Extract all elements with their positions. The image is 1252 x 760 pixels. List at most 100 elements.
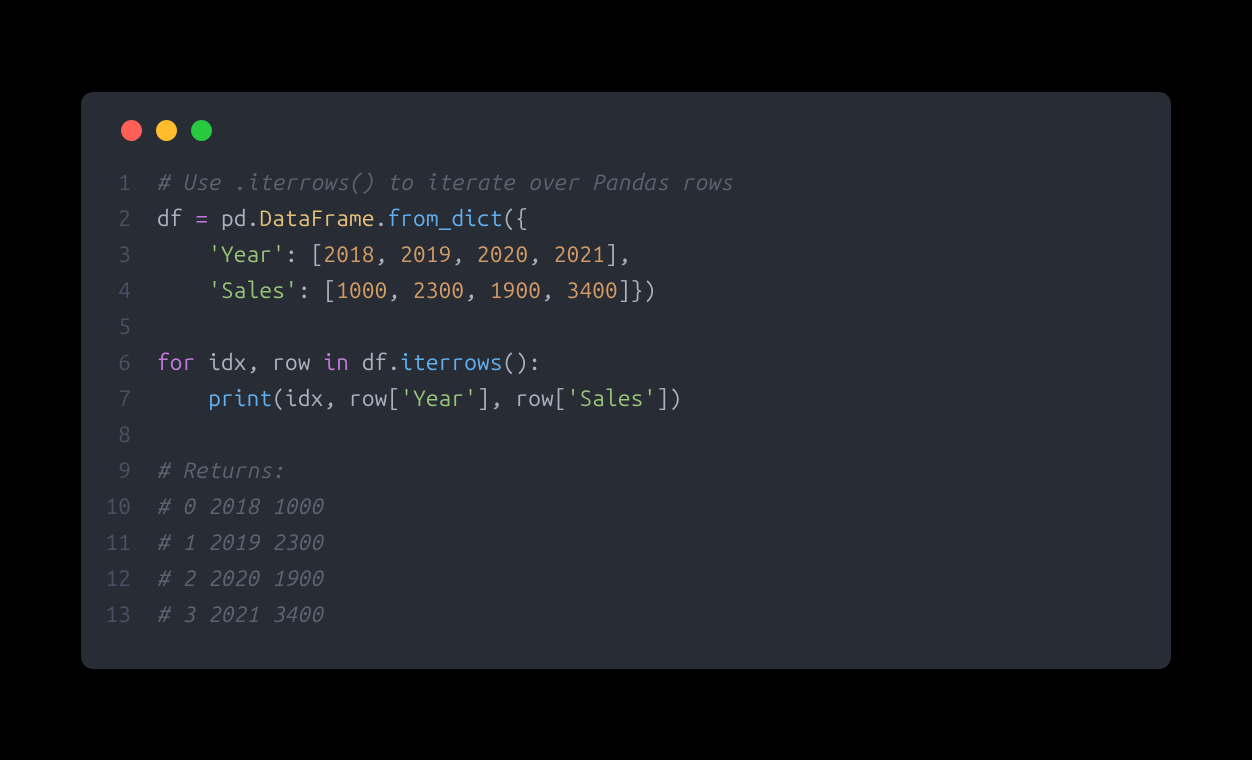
token: 2018 — [323, 242, 374, 267]
line-number: 6 — [81, 345, 157, 381]
line-number: 5 — [81, 309, 157, 345]
code-content — [157, 309, 170, 345]
token — [157, 278, 208, 303]
token: 1900 — [490, 278, 541, 303]
line-number: 7 — [81, 381, 157, 417]
code-line: 12# 2 2020 1900 — [81, 561, 1171, 597]
code-line: 9# Returns: — [81, 453, 1171, 489]
token: , — [375, 242, 401, 267]
code-line: 8 — [81, 417, 1171, 453]
token: ], — [477, 386, 515, 411]
code-line: 2df = pd.DataFrame.from_dict({ — [81, 201, 1171, 237]
line-number: 4 — [81, 273, 157, 309]
token: 2019 — [400, 242, 451, 267]
code-content: print(idx, row['Year'], row['Sales']) — [157, 381, 682, 417]
token: ( — [272, 386, 285, 411]
line-number: 3 — [81, 237, 157, 273]
line-number: 10 — [81, 489, 157, 525]
code-content — [157, 417, 170, 453]
code-content: # 1 2019 2300 — [157, 525, 323, 561]
token: , — [451, 242, 477, 267]
token: # Returns: — [157, 458, 285, 483]
token: . — [387, 350, 400, 375]
token: 'Year' — [208, 242, 285, 267]
token: . — [247, 206, 260, 231]
token: , — [464, 278, 490, 303]
maximize-icon[interactable] — [191, 120, 212, 141]
code-content: 'Year': [2018, 2019, 2020, 2021], — [157, 237, 631, 273]
token: ]) — [656, 386, 682, 411]
token: print — [208, 386, 272, 411]
code-line: 10# 0 2018 1000 — [81, 489, 1171, 525]
code-content: 'Sales': [1000, 2300, 1900, 3400]}) — [157, 273, 656, 309]
code-window: 1# Use .iterrows() to iterate over Panda… — [81, 92, 1171, 669]
code-content: # 2 2020 1900 — [157, 561, 323, 597]
token: , — [541, 278, 567, 303]
token: row — [272, 350, 323, 375]
token: DataFrame — [259, 206, 374, 231]
token: 'Year' — [400, 386, 477, 411]
token: , — [528, 242, 554, 267]
line-number: 8 — [81, 417, 157, 453]
token: 3400 — [567, 278, 618, 303]
token: 2020 — [477, 242, 528, 267]
code-line: 13# 3 2021 3400 — [81, 597, 1171, 633]
token: for — [157, 350, 195, 375]
token: [ — [387, 386, 400, 411]
code-line: 1# Use .iterrows() to iterate over Panda… — [81, 165, 1171, 201]
code-line: 6for idx, row in df.iterrows(): — [81, 345, 1171, 381]
token: ], — [605, 242, 631, 267]
token: ]}) — [618, 278, 656, 303]
token: in — [323, 350, 349, 375]
minimize-icon[interactable] — [156, 120, 177, 141]
token: 2021 — [554, 242, 605, 267]
code-content: df = pd.DataFrame.from_dict({ — [157, 201, 528, 237]
line-number: 1 — [81, 165, 157, 201]
token: 'Sales' — [567, 386, 657, 411]
window-titlebar — [81, 114, 1171, 165]
code-line: 7 print(idx, row['Year'], row['Sales']) — [81, 381, 1171, 417]
token: # 2 2020 1900 — [157, 566, 323, 591]
token: (): — [503, 350, 541, 375]
line-number: 2 — [81, 201, 157, 237]
token: # 3 2021 3400 — [157, 602, 323, 627]
code-line: 5 — [81, 309, 1171, 345]
token: : [ — [285, 242, 323, 267]
close-icon[interactable] — [121, 120, 142, 141]
token: iterrows — [400, 350, 502, 375]
code-content: # 0 2018 1000 — [157, 489, 323, 525]
token: idx — [195, 350, 246, 375]
token: [ — [554, 386, 567, 411]
code-line: 4 'Sales': [1000, 2300, 1900, 3400]}) — [81, 273, 1171, 309]
line-number: 11 — [81, 525, 157, 561]
code-editor[interactable]: 1# Use .iterrows() to iterate over Panda… — [81, 165, 1171, 633]
code-line: 3 'Year': [2018, 2019, 2020, 2021], — [81, 237, 1171, 273]
token — [157, 386, 208, 411]
token: 2300 — [413, 278, 464, 303]
code-content: # 3 2021 3400 — [157, 597, 323, 633]
line-number: 12 — [81, 561, 157, 597]
token: : [ — [298, 278, 336, 303]
line-number: 13 — [81, 597, 157, 633]
token — [157, 242, 208, 267]
code-content: for idx, row in df.iterrows(): — [157, 345, 541, 381]
code-line: 11# 1 2019 2300 — [81, 525, 1171, 561]
code-content: # Use .iterrows() to iterate over Pandas… — [157, 165, 733, 201]
token: , — [323, 386, 349, 411]
token: pd — [208, 206, 246, 231]
token: # 0 2018 1000 — [157, 494, 323, 519]
token: ({ — [503, 206, 529, 231]
token: idx — [285, 386, 323, 411]
token: # 1 2019 2300 — [157, 530, 323, 555]
token: , — [247, 350, 273, 375]
token: 'Sales' — [208, 278, 298, 303]
token: from_dict — [387, 206, 502, 231]
line-number: 9 — [81, 453, 157, 489]
token: , — [387, 278, 413, 303]
token: 1000 — [336, 278, 387, 303]
token: row — [349, 386, 387, 411]
token: row — [515, 386, 553, 411]
token: . — [375, 206, 388, 231]
token: df — [349, 350, 387, 375]
token: df — [157, 206, 195, 231]
